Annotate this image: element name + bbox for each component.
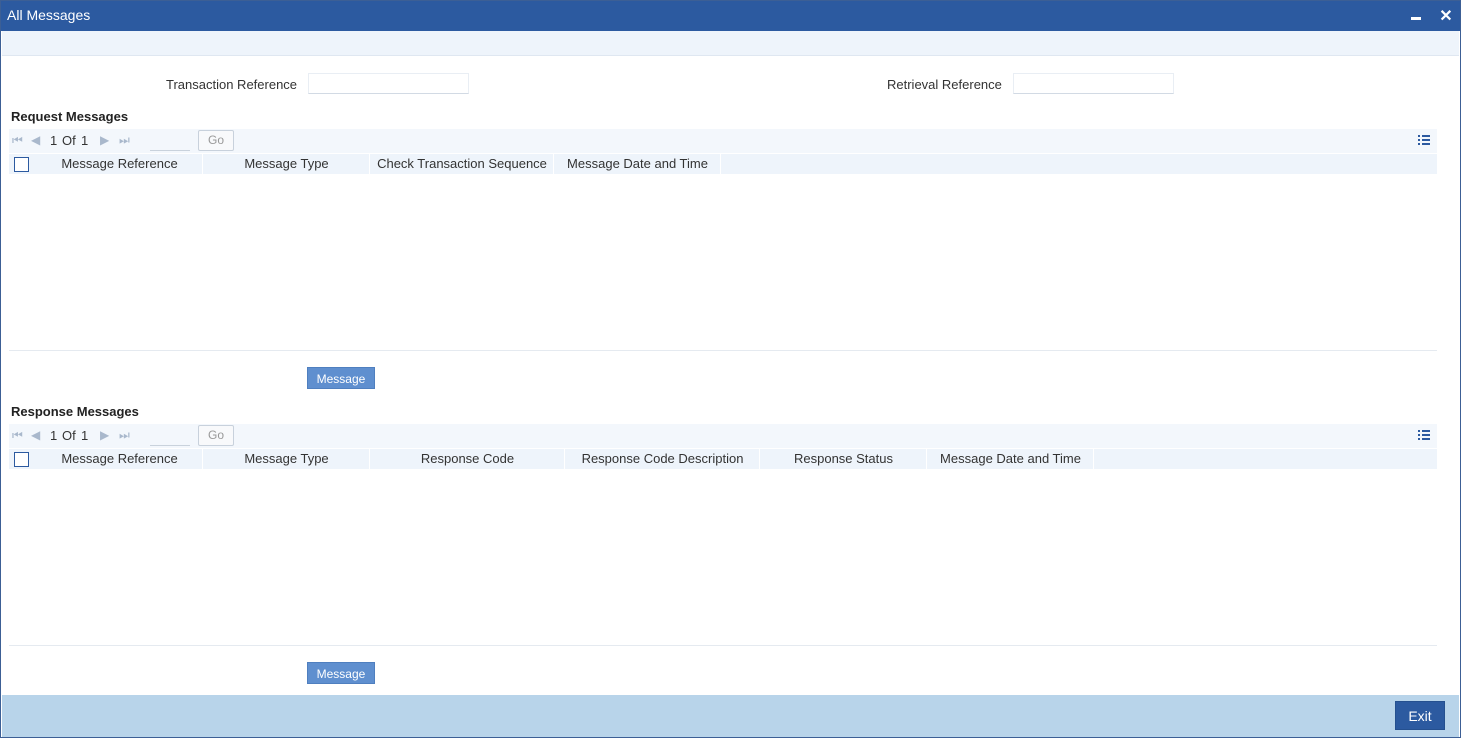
request-col-message-type[interactable]: Message Type [204, 154, 370, 174]
response-col-response-status[interactable]: Response Status [761, 449, 927, 469]
request-col-check-transaction-sequence[interactable]: Check Transaction Sequence [371, 154, 554, 174]
response-go-button[interactable]: Go [198, 425, 234, 446]
request-grid-body [9, 174, 1437, 351]
window-title: All Messages [7, 7, 91, 23]
request-select-all-checkbox[interactable] [14, 157, 29, 172]
request-of-label: Of [62, 133, 76, 148]
response-total-pages: 1 [81, 428, 89, 443]
response-of-label: Of [62, 428, 76, 443]
exit-button[interactable]: Exit [1395, 701, 1445, 730]
next-page-icon[interactable]: ▶ [100, 133, 109, 147]
all-messages-window: All Messages ✕ Transaction Reference Ret… [0, 0, 1461, 738]
column-settings-icon[interactable] [1417, 133, 1431, 147]
request-messages-title: Request Messages [11, 109, 129, 124]
footer-bar: Exit [2, 695, 1459, 737]
request-grid-header: Message Reference Message Type Check Tra… [9, 154, 1437, 174]
response-grid-body [9, 469, 1437, 646]
first-page-icon[interactable]: ⏮ [12, 133, 23, 148]
response-page-input[interactable] [150, 428, 190, 446]
next-page-icon[interactable]: ▶ [100, 428, 109, 442]
request-page-input[interactable] [150, 133, 190, 151]
retrieval-reference-label: Retrieval Reference [887, 77, 1002, 92]
first-page-icon[interactable]: ⏮ [12, 428, 23, 443]
request-col-message-date-time[interactable]: Message Date and Time [555, 154, 721, 174]
title-bar: All Messages ✕ [1, 1, 1460, 31]
request-message-button[interactable]: Message [307, 367, 375, 389]
minimize-icon[interactable] [1407, 6, 1425, 26]
request-total-pages: 1 [81, 133, 89, 148]
request-current-page: 1 [50, 133, 58, 148]
response-current-page: 1 [50, 428, 58, 443]
response-col-message-reference[interactable]: Message Reference [37, 449, 203, 469]
response-col-response-code[interactable]: Response Code [371, 449, 565, 469]
response-col-message-type[interactable]: Message Type [204, 449, 370, 469]
response-col-message-date-time[interactable]: Message Date and Time [928, 449, 1094, 469]
response-messages-title: Response Messages [11, 404, 139, 419]
response-select-all-checkbox[interactable] [14, 452, 29, 467]
prev-page-icon[interactable]: ◀ [31, 133, 40, 147]
retrieval-reference-field[interactable] [1013, 73, 1174, 94]
transaction-reference-field[interactable] [308, 73, 469, 94]
response-pager: ⏮ ◀ 1 Of 1 ▶ ⏭ Go [9, 424, 1437, 448]
column-settings-icon[interactable] [1417, 428, 1431, 442]
last-page-icon[interactable]: ⏭ [119, 428, 130, 443]
close-icon[interactable]: ✕ [1437, 6, 1455, 26]
prev-page-icon[interactable]: ◀ [31, 428, 40, 442]
request-go-button[interactable]: Go [198, 130, 234, 151]
response-col-response-code-description[interactable]: Response Code Description [566, 449, 760, 469]
transaction-reference-label: Transaction Reference [166, 77, 298, 92]
last-page-icon[interactable]: ⏭ [119, 133, 130, 148]
request-pager: ⏮ ◀ 1 Of 1 ▶ ⏭ Go [9, 129, 1437, 153]
toolbar-strip [2, 31, 1459, 56]
response-message-button[interactable]: Message [307, 662, 375, 684]
response-grid-header: Message Reference Message Type Response … [9, 449, 1437, 469]
request-col-message-reference[interactable]: Message Reference [37, 154, 203, 174]
